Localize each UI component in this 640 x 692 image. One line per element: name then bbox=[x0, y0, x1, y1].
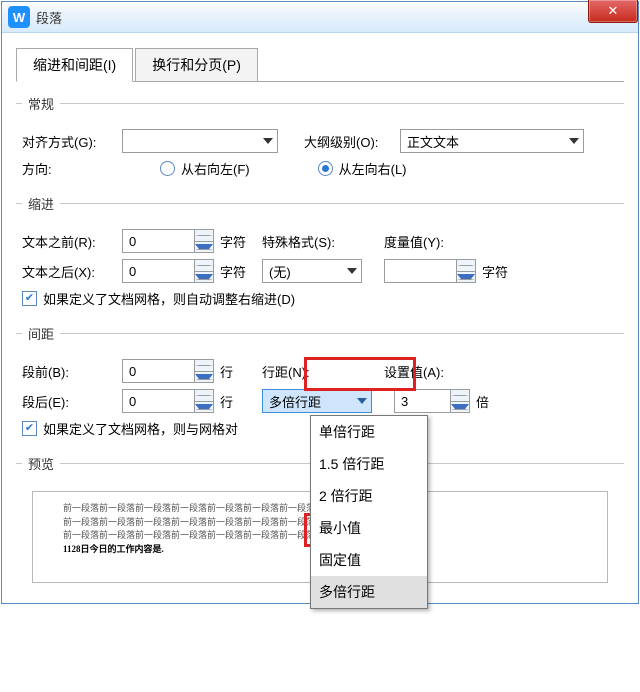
dialog-body: 缩进和间距(I) 换行和分页(P) 常规 对齐方式(G): 大纲级别(O): 正… bbox=[2, 33, 638, 603]
option-exactly[interactable]: 固定值 bbox=[311, 544, 427, 576]
input-space-before[interactable] bbox=[122, 359, 194, 383]
spinner-space-before[interactable] bbox=[122, 359, 214, 383]
dialog-window: W 段落 ✕ 缩进和间距(I) 换行和分页(P) 常规 对齐方式(G): 大纲级… bbox=[1, 1, 639, 604]
input-set-value[interactable] bbox=[394, 389, 450, 413]
radio-ltr-label: 从左向右(L) bbox=[339, 159, 407, 178]
chevron-down-icon bbox=[357, 398, 367, 404]
spin-up-icon[interactable] bbox=[195, 230, 213, 242]
group-spacing: 间距 段前(B): 行 行距(N): 设置值(A): 段后(E): 行 多倍行距… bbox=[16, 324, 624, 446]
spinner-indent-before[interactable] bbox=[122, 229, 214, 253]
close-button[interactable]: ✕ bbox=[588, 0, 638, 23]
select-alignment[interactable] bbox=[122, 129, 278, 153]
label-indent-before: 文本之前(R): bbox=[22, 232, 116, 251]
spin-down-icon[interactable] bbox=[195, 402, 213, 413]
unit-char: 字符 bbox=[220, 232, 256, 251]
chevron-down-icon bbox=[569, 138, 579, 144]
label-space-after: 段后(E): bbox=[22, 392, 116, 411]
spinner-indent-after[interactable] bbox=[122, 259, 214, 283]
titlebar: W 段落 ✕ bbox=[2, 2, 638, 33]
option-double[interactable]: 2 倍行距 bbox=[311, 480, 427, 512]
special-value: (无) bbox=[269, 262, 291, 281]
select-outline-level[interactable]: 正文文本 bbox=[400, 129, 584, 153]
unit-line: 行 bbox=[220, 362, 256, 381]
option-at-least[interactable]: 最小值 bbox=[311, 512, 427, 544]
legend-indent: 缩进 bbox=[22, 194, 60, 213]
radio-rtl[interactable]: 从右向左(F) bbox=[160, 159, 250, 178]
unit-char: 字符 bbox=[220, 262, 256, 281]
spin-up-icon[interactable] bbox=[451, 390, 469, 402]
input-space-after[interactable] bbox=[122, 389, 194, 413]
outline-value: 正文文本 bbox=[407, 132, 459, 151]
input-indent-after[interactable] bbox=[122, 259, 194, 283]
tab-bar: 缩进和间距(I) 换行和分页(P) bbox=[16, 47, 624, 82]
dropdown-line-spacing: 单倍行距 1.5 倍行距 2 倍行距 最小值 固定值 多倍行距 bbox=[310, 415, 428, 609]
spin-up-icon[interactable] bbox=[195, 390, 213, 402]
unit-multiplier: 倍 bbox=[476, 392, 512, 411]
spin-down-icon[interactable] bbox=[195, 242, 213, 253]
spinner-space-after[interactable] bbox=[122, 389, 214, 413]
input-measure[interactable] bbox=[384, 259, 456, 283]
label-space-before: 段前(B): bbox=[22, 362, 116, 381]
label-special-format: 特殊格式(S): bbox=[262, 232, 356, 251]
spinner-set-value[interactable] bbox=[394, 389, 470, 413]
spin-down-icon[interactable] bbox=[195, 272, 213, 283]
unit-char: 字符 bbox=[482, 262, 518, 281]
chevron-down-icon bbox=[263, 138, 273, 144]
option-multiple[interactable]: 多倍行距 bbox=[311, 576, 427, 608]
input-indent-before[interactable] bbox=[122, 229, 194, 253]
checkbox-auto-adjust-indent[interactable]: ✔如果定义了文档网格，则自动调整右缩进(D) bbox=[22, 289, 295, 308]
option-1-5[interactable]: 1.5 倍行距 bbox=[311, 448, 427, 480]
label-direction: 方向: bbox=[22, 159, 116, 178]
legend-preview: 预览 bbox=[22, 454, 60, 473]
select-special-format[interactable]: (无) bbox=[262, 259, 362, 283]
checkbox-label: 如果定义了文档网格，则自动调整右缩进(D) bbox=[43, 289, 295, 308]
label-alignment: 对齐方式(G): bbox=[22, 132, 116, 151]
label-measure: 度量值(Y): bbox=[384, 232, 444, 251]
radio-ltr[interactable]: 从左向右(L) bbox=[318, 159, 407, 178]
group-general: 常规 对齐方式(G): 大纲级别(O): 正文文本 方向: 从右向左(F) 从左… bbox=[16, 94, 624, 186]
line-spacing-value: 多倍行距 bbox=[269, 392, 321, 411]
group-indent: 缩进 文本之前(R): 字符 特殊格式(S): 度量值(Y): 文本之后(X):… bbox=[16, 194, 624, 316]
option-single[interactable]: 单倍行距 bbox=[311, 416, 427, 448]
spin-up-icon[interactable] bbox=[457, 260, 475, 272]
highlight-line-spacing-label bbox=[304, 357, 416, 391]
radio-rtl-label: 从右向左(F) bbox=[181, 159, 250, 178]
spin-up-icon[interactable] bbox=[195, 260, 213, 272]
checkbox-label: 如果定义了文档网格，则与网格对 bbox=[43, 419, 238, 438]
legend-general: 常规 bbox=[22, 94, 60, 113]
spin-up-icon[interactable] bbox=[195, 360, 213, 372]
spin-down-icon[interactable] bbox=[451, 402, 469, 413]
tab-line-page-break[interactable]: 换行和分页(P) bbox=[135, 48, 258, 82]
unit-line: 行 bbox=[220, 392, 256, 411]
legend-spacing: 间距 bbox=[22, 324, 60, 343]
spinner-measure[interactable] bbox=[384, 259, 476, 283]
checkbox-snap-to-grid[interactable]: ✔如果定义了文档网格，则与网格对 bbox=[22, 419, 238, 438]
spin-down-icon[interactable] bbox=[457, 272, 475, 283]
app-icon: W bbox=[8, 6, 30, 28]
close-icon: ✕ bbox=[608, 3, 619, 19]
spin-down-icon[interactable] bbox=[195, 372, 213, 383]
select-line-spacing[interactable]: 多倍行距 bbox=[262, 389, 372, 413]
label-indent-after: 文本之后(X): bbox=[22, 262, 116, 281]
label-outline-level: 大纲级别(O): bbox=[304, 132, 394, 151]
window-title: 段落 bbox=[36, 8, 62, 27]
chevron-down-icon bbox=[347, 268, 357, 274]
tab-indent-spacing[interactable]: 缩进和间距(I) bbox=[16, 48, 133, 82]
